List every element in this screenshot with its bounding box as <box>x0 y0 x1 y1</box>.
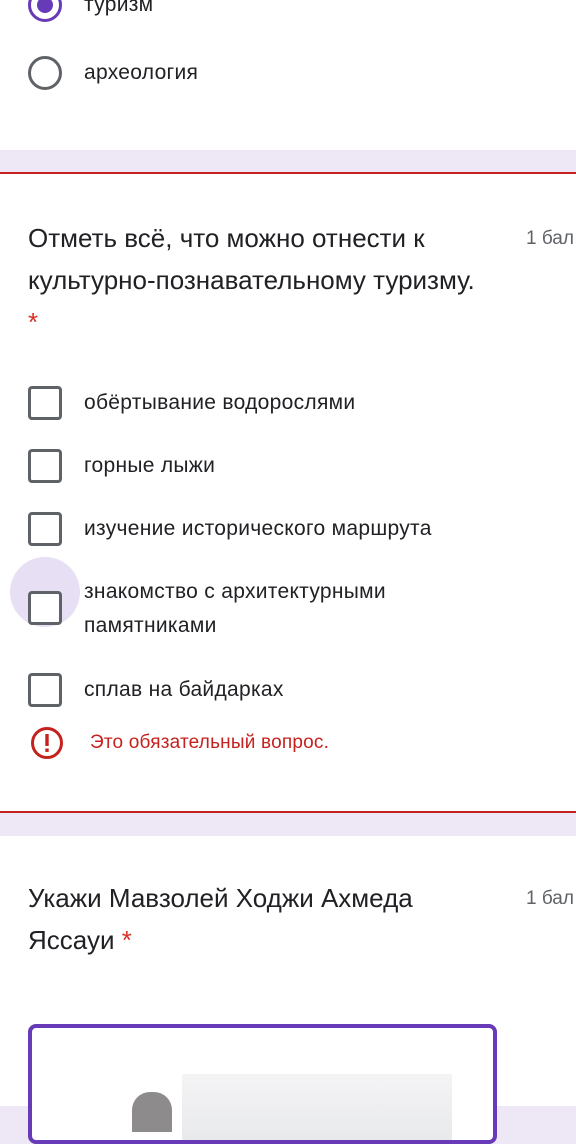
points-label: 1 бал <box>526 888 574 909</box>
checkbox-label: горные лыжи <box>84 454 216 477</box>
checkbox-option[interactable]: сплав на байдарках <box>28 673 504 707</box>
required-asterisk: * <box>28 307 39 337</box>
checkbox-option[interactable]: горные лыжи <box>28 449 504 483</box>
mausoleum-dome-image <box>132 1092 172 1132</box>
radio-option-label: археология <box>84 61 199 84</box>
error-text: Это обязательный вопрос. <box>90 732 330 753</box>
mausoleum-photo <box>182 1074 452 1140</box>
question-card-mausoleum: Укажи Мавзолей Ходжи Ахмеда Яссауи * 1 б… <box>0 836 576 1144</box>
radio-button[interactable] <box>28 56 62 90</box>
checkbox-option-focused[interactable]: знакомство с архитектурными памятниками <box>10 557 504 643</box>
radio-option-tourism[interactable]: туризм <box>28 0 153 25</box>
checkbox-option[interactable]: изучение исторического маршрута <box>28 512 504 546</box>
error-icon <box>31 727 63 759</box>
error-message: Это обязательный вопрос. <box>30 726 329 760</box>
required-asterisk: * <box>121 925 132 955</box>
radio-option-label: туризм <box>84 0 154 16</box>
points-label: 1 бал <box>526 228 574 249</box>
checkbox[interactable] <box>28 512 62 546</box>
image-option-selected[interactable] <box>28 1024 497 1144</box>
checkbox[interactable] <box>28 386 62 420</box>
question-card-cultural-tourism: Отметь всё, что можно отнести к культурн… <box>0 172 576 813</box>
checkbox-label: изучение исторического маршрута <box>84 517 432 540</box>
radio-option-archaeology[interactable]: археология <box>28 53 198 93</box>
checkbox[interactable] <box>28 591 62 625</box>
checkbox[interactable] <box>28 449 62 483</box>
checkbox-label: знакомство с архитектурными памятниками <box>84 580 386 637</box>
radio-button-selected[interactable] <box>28 0 62 22</box>
checkbox-label: сплав на байдарках <box>84 678 284 701</box>
checkbox[interactable] <box>28 673 62 707</box>
question-title: Отметь всё, что можно отнести к культурн… <box>28 223 475 337</box>
checkbox-label: обёртывание водорослями <box>84 391 356 414</box>
previous-question-card: туризм археология <box>0 0 576 150</box>
question-title: Укажи Мавзолей Ходжи Ахмеда Яссауи * <box>28 883 413 955</box>
checkbox-option[interactable]: обёртывание водорослями <box>28 386 504 420</box>
